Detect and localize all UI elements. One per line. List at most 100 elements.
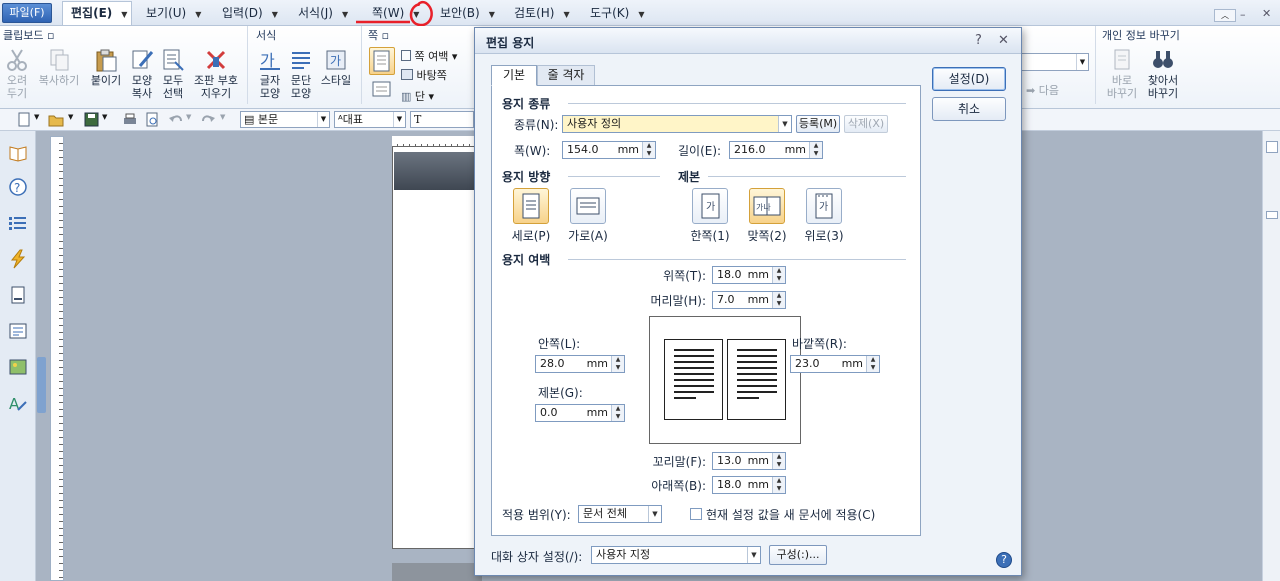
menu-review[interactable]: 검토(H) ▼ xyxy=(514,4,570,22)
delete-button[interactable]: 삭제(X) xyxy=(844,115,888,133)
binding-facing-option[interactable]: 가나 xyxy=(749,188,785,224)
binding-single-option[interactable]: 가 xyxy=(692,188,728,224)
chevron-down-icon[interactable]: ▼ xyxy=(1076,54,1088,70)
cancel-button[interactable]: 취소 xyxy=(932,97,1006,121)
paste-button[interactable]: 붙이기 xyxy=(88,48,124,87)
margin-outside-input[interactable]: 23.0 mm ▲ ▼ xyxy=(790,355,880,373)
font-combo[interactable]: ᴬ대표 ▼ xyxy=(334,111,406,128)
find-combo[interactable]: ▼ xyxy=(1021,53,1089,71)
spin-arrows-icon[interactable]: ▲ ▼ xyxy=(772,292,785,308)
scroll-thumb[interactable] xyxy=(1266,211,1278,219)
help-icon[interactable]: ? xyxy=(8,177,28,197)
para-shape-button[interactable]: 문단 모양 xyxy=(285,48,317,100)
new-document-icon[interactable] xyxy=(16,112,32,127)
chevron-down-icon[interactable]: ▼ xyxy=(121,10,127,19)
margin-header-input[interactable]: 7.0 mm ▲ ▼ xyxy=(712,291,786,309)
select-all-button[interactable]: 모두 선택 xyxy=(158,48,188,100)
spin-arrows-icon[interactable]: ▲ ▼ xyxy=(772,453,785,469)
char-shape-button[interactable]: 가 글자 모양 xyxy=(253,48,287,100)
page-margin-button[interactable]: 쪽 여백 ▾ xyxy=(401,48,457,64)
style-button[interactable]: 가 스타일 xyxy=(317,48,355,87)
document-page[interactable] xyxy=(392,146,482,549)
list-icon[interactable] xyxy=(8,213,28,233)
privacy-replace-button[interactable]: 바로 바꾸기 xyxy=(1104,48,1140,100)
remove-codes-button[interactable]: 조판 부호 지우기 xyxy=(190,48,242,100)
chevron-down-icon[interactable]: ▼ xyxy=(317,112,329,127)
menu-insert[interactable]: 입력(D) ▼ xyxy=(222,4,278,22)
margin-binding-input[interactable]: 0.0 mm ▲ ▼ xyxy=(535,404,625,422)
lightning-icon[interactable] xyxy=(8,249,28,269)
column-button[interactable]: ▥ 단 ▾ xyxy=(401,88,434,104)
chevron-down-icon[interactable]: ▼ xyxy=(648,506,661,522)
spin-arrows-icon[interactable]: ▲ ▼ xyxy=(642,142,655,158)
margin-top-input[interactable]: 18.0 mm ▲ ▼ xyxy=(712,266,786,284)
margin-inside-input[interactable]: 28.0 mm ▲ ▼ xyxy=(535,355,625,373)
dialog-setting-select[interactable]: 사용자 지정 ▼ xyxy=(591,546,761,564)
minimize-icon[interactable]: – xyxy=(1240,8,1246,21)
help-icon[interactable]: ? xyxy=(975,33,982,48)
apply-new-doc-checkbox[interactable] xyxy=(690,508,702,520)
chevron-down-icon[interactable]: ▼ xyxy=(68,113,73,121)
page-setup-button[interactable] xyxy=(369,47,395,75)
menu-format[interactable]: 서식(J) ▼ xyxy=(298,4,348,22)
tab-line-grid[interactable]: 줄 격자 xyxy=(537,65,595,86)
chevron-down-icon[interactable]: ▼ xyxy=(186,113,191,121)
configure-button[interactable]: 구성(:)... xyxy=(769,545,827,565)
length-input[interactable]: 216.0 mm ▲ ▼ xyxy=(729,141,823,159)
menu-page[interactable]: 쪽(W) ▼ xyxy=(372,4,419,22)
find-next-button[interactable]: ➡ 다음 xyxy=(1026,82,1059,98)
text-art-icon[interactable]: A xyxy=(8,393,28,413)
redo-icon[interactable] xyxy=(200,112,216,127)
image-icon[interactable] xyxy=(8,357,28,377)
privacy-find-replace-button[interactable]: 찾아서 바꾸기 xyxy=(1143,48,1183,100)
cut-button[interactable]: 오려 두기 xyxy=(2,48,32,100)
close-icon[interactable]: ✕ xyxy=(998,33,1009,48)
format-copy-button[interactable]: 모양 복사 xyxy=(126,48,158,100)
copy-button[interactable]: 복사하기 xyxy=(34,48,84,87)
paper-type-select[interactable]: 사용자 정의 ▼ xyxy=(562,115,792,133)
open-folder-icon[interactable] xyxy=(48,112,64,127)
width-input[interactable]: 154.0 mm ▲ ▼ xyxy=(562,141,656,159)
spin-arrows-icon[interactable]: ▲ ▼ xyxy=(772,267,785,283)
book-icon[interactable] xyxy=(8,143,28,163)
ok-button[interactable]: 설정(D) xyxy=(932,67,1006,91)
background-page-button[interactable]: 바탕쪽 xyxy=(401,67,447,83)
chevron-down-icon[interactable]: ▼ xyxy=(393,112,405,127)
chevron-down-icon[interactable]: ▼ xyxy=(102,113,107,121)
sidebar-collapse-handle[interactable] xyxy=(37,357,46,413)
chevron-down-icon[interactable]: ▼ xyxy=(220,113,225,121)
print-icon[interactable] xyxy=(122,112,138,127)
spin-arrows-icon[interactable]: ▲ ▼ xyxy=(772,477,785,493)
menu-edit[interactable]: 편집(E) ▼ xyxy=(62,1,132,25)
spin-arrows-icon[interactable]: ▲ ▼ xyxy=(809,142,822,158)
print-preview-icon[interactable] xyxy=(144,112,160,127)
form-icon[interactable] xyxy=(8,321,28,341)
chevron-down-icon[interactable]: ▼ xyxy=(778,116,791,132)
menu-tools[interactable]: 도구(K) ▼ xyxy=(590,4,644,22)
scroll-thumb-top[interactable] xyxy=(1266,141,1278,153)
spin-arrows-icon[interactable]: ▲ ▼ xyxy=(611,356,624,372)
save-icon[interactable] xyxy=(84,112,100,127)
apply-scope-select[interactable]: 문서 전체 ▼ xyxy=(578,505,662,523)
document-icon[interactable] xyxy=(8,285,28,305)
menu-file[interactable]: 파일(F) xyxy=(2,3,52,23)
style-combo[interactable]: ▤ 본문 ▼ xyxy=(240,111,330,128)
spin-arrows-icon[interactable]: ▲ ▼ xyxy=(866,356,879,372)
register-button[interactable]: 등록(M) xyxy=(796,115,840,133)
margin-footer-input[interactable]: 13.0 mm ▲ ▼ xyxy=(712,452,786,470)
margin-bottom-input[interactable]: 18.0 mm ▲ ▼ xyxy=(712,476,786,494)
font-name-combo[interactable]: T xyxy=(410,111,474,128)
chevron-down-icon[interactable]: ▼ xyxy=(34,113,39,121)
binding-top-option[interactable]: 가 xyxy=(806,188,842,224)
menu-security[interactable]: 보안(B) ▼ xyxy=(440,4,495,22)
portrait-option[interactable] xyxy=(513,188,549,224)
vertical-scrollbar[interactable] xyxy=(1262,131,1280,581)
help-icon[interactable]: ? xyxy=(996,552,1012,568)
chevron-down-icon[interactable]: ▼ xyxy=(747,547,760,563)
page-secondary-icon[interactable] xyxy=(371,80,393,103)
landscape-option[interactable] xyxy=(570,188,606,224)
ribbon-collapse-button[interactable]: ︿ xyxy=(1214,9,1236,22)
menu-view[interactable]: 보기(U) ▼ xyxy=(146,4,201,22)
tab-basic[interactable]: 기본 xyxy=(491,65,537,86)
close-icon[interactable]: ✕ xyxy=(1262,7,1271,20)
